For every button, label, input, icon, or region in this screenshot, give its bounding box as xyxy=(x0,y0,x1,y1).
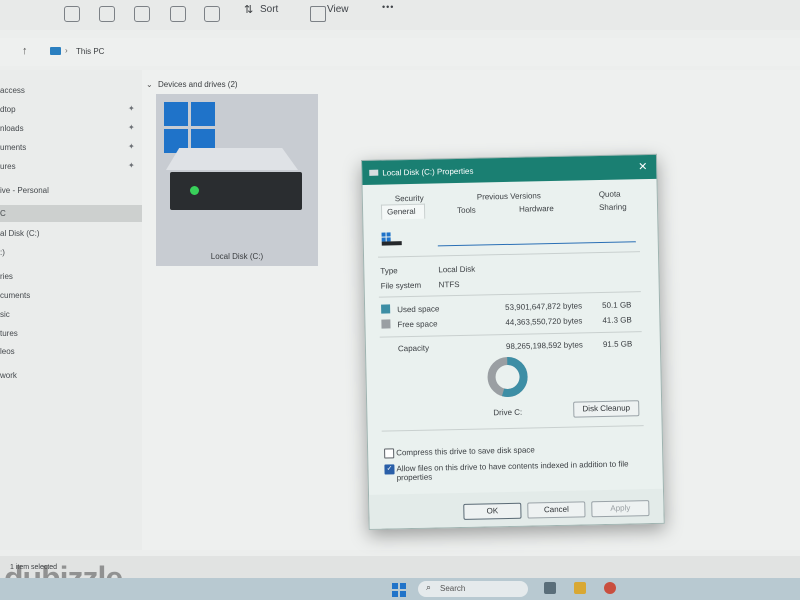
address-bar[interactable]: ↑ › This PC xyxy=(0,38,800,66)
section-header[interactable]: Devices and drives (2) xyxy=(158,80,238,89)
sidebar-item-this-pc[interactable]: C xyxy=(0,209,6,218)
view-button[interactable]: View xyxy=(327,4,349,15)
sidebar-item-documents[interactable]: uments xyxy=(0,143,26,152)
sidebar-item-downloads[interactable]: nloads xyxy=(0,124,24,133)
free-space-label: Free space xyxy=(397,319,438,330)
cancel-button[interactable]: Cancel xyxy=(527,501,586,519)
hard-drive-icon xyxy=(170,172,302,210)
dialog-title: Local Disk (C:) Properties xyxy=(382,166,474,178)
pin-icon: ✦ xyxy=(128,161,135,170)
rename-icon[interactable] xyxy=(134,6,150,22)
chevron-right-icon[interactable]: › xyxy=(65,46,68,55)
share-icon[interactable] xyxy=(170,6,186,22)
file-system-label: File system xyxy=(380,280,422,291)
dialog-titlebar[interactable]: Local Disk (C:) Properties ✕ xyxy=(362,154,657,185)
drive-caption: Drive C: xyxy=(493,407,523,418)
divider xyxy=(378,251,640,258)
compress-label: Compress this drive to save disk space xyxy=(396,445,535,458)
drive-name-input[interactable] xyxy=(437,227,636,247)
used-space-size: 50.1 GB xyxy=(602,300,632,310)
divider xyxy=(381,425,644,432)
delete-icon[interactable] xyxy=(204,6,220,22)
apply-button[interactable]: Apply xyxy=(591,500,650,518)
used-space-swatch xyxy=(381,304,391,314)
pin-icon: ✦ xyxy=(128,123,135,132)
tab-previous-versions[interactable]: Previous Versions xyxy=(477,191,541,201)
close-icon[interactable]: ✕ xyxy=(638,160,647,173)
chevron-down-icon[interactable]: ⌄ xyxy=(146,80,153,89)
sidebar-item-lib-pictures[interactable]: tures xyxy=(0,329,18,338)
sort-icon[interactable]: ⇅ xyxy=(244,3,253,16)
type-label: Type xyxy=(380,266,398,276)
this-pc-icon xyxy=(50,47,61,55)
tab-tools[interactable]: Tools xyxy=(457,206,476,215)
navigation-pane: access dtop ✦ nloads ✦ uments ✦ ures ✦ i… xyxy=(0,70,142,550)
copy-icon[interactable] xyxy=(64,6,80,22)
drive-tile-local-disk[interactable]: Local Disk (C:) xyxy=(156,94,318,266)
drive-label: Local Disk (C:) xyxy=(210,252,264,261)
tab-quota[interactable]: Quota xyxy=(599,190,621,199)
index-label-line2: properties xyxy=(396,472,433,483)
tab-general[interactable]: General xyxy=(387,207,416,217)
used-space-bytes: 53,901,647,872 bytes xyxy=(505,301,583,313)
compress-checkbox[interactable] xyxy=(384,448,395,459)
browser-taskbar-icon[interactable] xyxy=(604,582,616,594)
search-label: Search xyxy=(440,584,466,593)
tab-hardware[interactable]: Hardware xyxy=(519,204,554,214)
up-arrow-icon[interactable]: ↑ xyxy=(22,45,28,57)
index-checkbox[interactable]: ✓ xyxy=(384,464,395,475)
sidebar-item-drive[interactable]: :) xyxy=(0,248,5,257)
pin-icon: ✦ xyxy=(128,142,135,151)
taskbar-app-icon[interactable] xyxy=(544,582,556,594)
more-options-button[interactable]: ••• xyxy=(382,2,394,12)
type-value: Local Disk xyxy=(438,264,476,275)
disk-cleanup-button[interactable]: Disk Cleanup xyxy=(573,400,640,418)
pin-icon: ✦ xyxy=(128,104,135,113)
breadcrumb[interactable]: This PC xyxy=(76,47,104,56)
sort-button[interactable]: Sort xyxy=(260,4,278,15)
view-icon[interactable] xyxy=(310,6,326,22)
sidebar-selected-highlight xyxy=(0,205,142,222)
sidebar-item-pictures[interactable]: ures xyxy=(0,162,16,171)
sidebar-item-network[interactable]: work xyxy=(0,371,17,380)
sidebar-item-local-disk[interactable]: al Disk (C:) xyxy=(0,229,40,238)
sidebar-item-lib-documents[interactable]: cuments xyxy=(0,291,30,300)
search-icon: ⌕ xyxy=(426,582,432,592)
taskbar-search-box[interactable]: ⌕ Search xyxy=(418,581,528,597)
sidebar-item-onedrive[interactable]: ive - Personal xyxy=(0,186,49,195)
index-label-line1: Allow files on this drive to have conten… xyxy=(396,459,629,474)
divider xyxy=(379,331,642,338)
capacity-size: 91.5 GB xyxy=(602,339,633,349)
capacity-label: Capacity xyxy=(397,343,430,354)
divider xyxy=(378,291,641,298)
ok-button[interactable]: OK xyxy=(463,502,522,520)
drive-windows-icon xyxy=(381,232,402,246)
start-button[interactable] xyxy=(392,583,406,597)
sidebar-item-desktop[interactable]: dtop xyxy=(0,105,16,114)
sidebar-item-videos[interactable]: leos xyxy=(0,347,15,356)
sidebar-item-libraries[interactable]: ries xyxy=(0,272,13,281)
free-space-bytes: 44,363,550,720 bytes xyxy=(505,316,583,328)
drive-top-face xyxy=(166,148,298,170)
sidebar-item-quick-access[interactable]: access xyxy=(0,86,25,95)
free-space-size: 41.3 GB xyxy=(602,315,632,325)
drive-icon xyxy=(369,169,379,176)
file-system-value: NTFS xyxy=(438,279,460,290)
tab-sharing[interactable]: Sharing xyxy=(599,202,627,212)
command-bar: ⇅ Sort View ••• xyxy=(0,0,800,30)
sidebar-item-music[interactable]: sic xyxy=(0,310,10,319)
paste-icon[interactable] xyxy=(99,6,115,22)
disk-usage-donut xyxy=(487,356,528,397)
tab-security[interactable]: Security xyxy=(395,194,424,204)
properties-dialog: Local Disk (C:) Properties ✕ Security Pr… xyxy=(361,153,665,530)
free-space-swatch xyxy=(381,319,391,329)
file-explorer-taskbar-icon[interactable] xyxy=(574,582,586,594)
used-space-label: Used space xyxy=(397,304,440,315)
drive-led-icon xyxy=(190,186,199,195)
taskbar: ⌕ Search xyxy=(0,578,800,600)
windows-logo-icon xyxy=(164,102,216,154)
capacity-bytes: 98,265,198,592 bytes xyxy=(505,340,583,352)
